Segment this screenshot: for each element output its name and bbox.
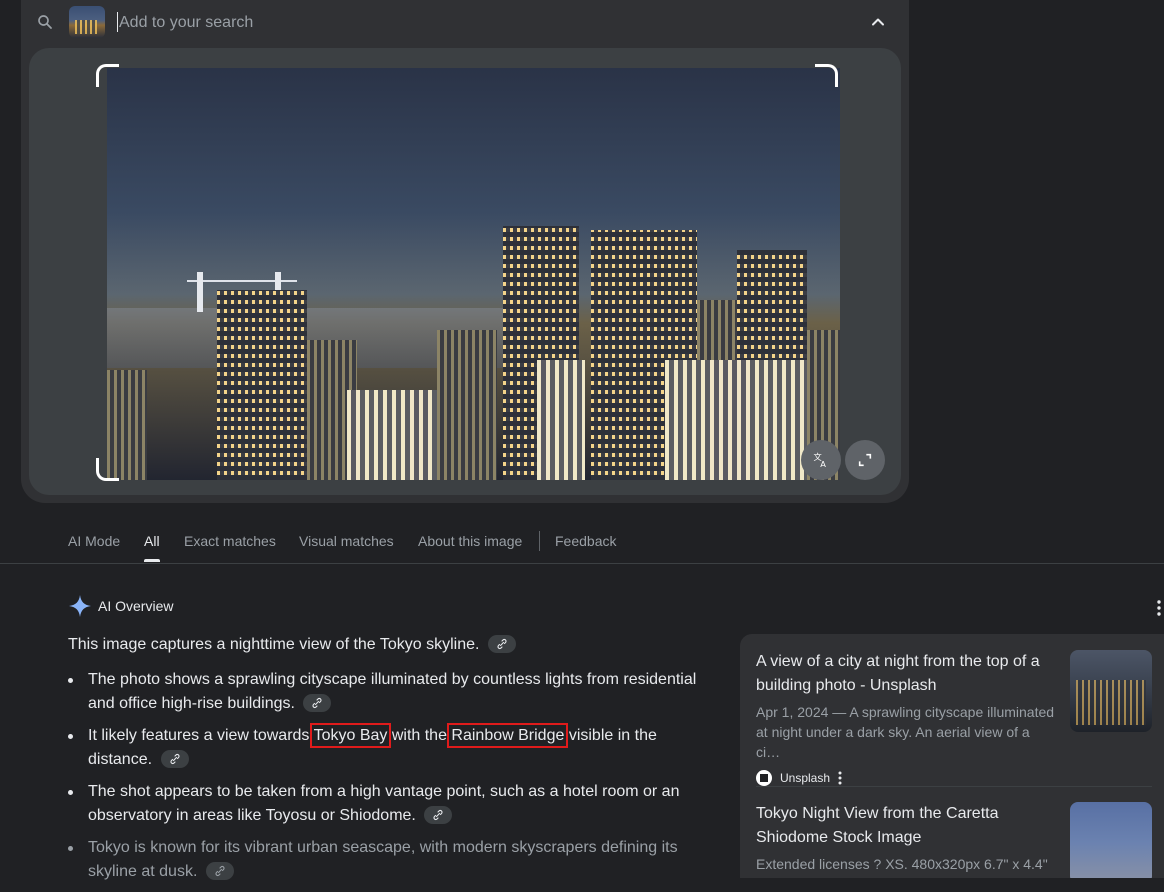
result-description: Apr 1, 2024 — A sprawling cityscape illu… [756,704,1055,760]
fullscreen-button[interactable] [845,440,885,480]
tab-ai-mode[interactable]: AI Mode [68,533,120,549]
bullet-text: The photo shows a sprawling cityscape il… [88,671,697,712]
image-preview-area: 文 A [29,48,901,495]
search-bar [21,0,909,44]
translate-icon: 文 A [814,452,827,469]
list-item: The photo shows a sprawling cityscape il… [68,668,708,716]
link-icon [497,638,507,650]
source-results-panel: A view of a city at night from the top o… [740,634,1164,878]
highlighted-term-tokyo-bay: Tokyo Bay [309,723,392,748]
bullet-text: Tokyo is known for its vibrant urban sea… [88,839,678,880]
source-link-chip[interactable] [205,861,234,880]
building [437,330,497,480]
translate-button[interactable]: 文 A [801,440,841,480]
tab-visual-matches[interactable]: Visual matches [299,533,394,549]
search-icon[interactable] [36,13,54,31]
crop-handle-top-right[interactable] [815,64,838,87]
ai-overview-bullets: The photo shows a sprawling cityscape il… [68,668,708,892]
tab-exact-matches[interactable]: Exact matches [184,533,276,549]
crop-handle-top-left[interactable] [96,64,119,87]
result-card[interactable]: A view of a city at night from the top o… [756,650,1152,786]
building [347,390,447,480]
query-image-thumbnail[interactable] [69,6,105,38]
result-description: Extended licenses ? XS. 480x320px 6.7" x… [756,856,1048,872]
bullet-text: It likely features a view towards [88,727,314,744]
building [537,360,585,480]
source-link-chip[interactable] [303,693,332,712]
link-icon [215,865,225,876]
building [217,290,307,480]
list-item: It likely features a view towards Tokyo … [68,723,708,772]
source-link-chip[interactable] [487,635,516,653]
link-icon [312,697,322,708]
result-thumbnail[interactable] [1070,802,1152,878]
intro-text: This image captures a nighttime view of … [68,636,480,654]
feedback-link[interactable]: Feedback [555,533,616,549]
result-tabs: AI Mode All Exact matches Visual matches… [0,521,1164,564]
chevron-up-icon[interactable] [868,12,888,32]
bullet-text: The shot appears to be taken from a high… [88,783,680,824]
crop-handle-bottom-left[interactable] [96,458,119,481]
tab-about-this-image[interactable]: About this image [418,533,522,549]
ai-overview-intro: This image captures a nighttime view of … [68,635,708,654]
source-link-chip[interactable] [424,805,453,824]
result-title[interactable]: A view of a city at night from the top o… [756,650,1056,698]
unsplash-logo-icon [756,770,772,786]
svg-text:A: A [820,459,826,469]
source-link-chip[interactable] [160,749,189,768]
more-vert-icon[interactable] [838,771,842,785]
sparkle-icon [69,595,91,617]
result-source[interactable]: Unsplash [756,770,1152,786]
more-vert-icon[interactable] [1154,598,1164,618]
text-cursor [117,12,118,32]
result-thumbnail[interactable] [1070,650,1152,732]
list-item: Tokyo is known for its vibrant urban sea… [68,836,708,884]
query-image[interactable] [107,68,840,480]
tab-divider [539,531,540,551]
bullet-text: with the [387,727,452,744]
source-name: Unsplash [780,771,831,785]
link-icon [169,753,180,764]
ai-overview-title: AI Overview [98,598,174,614]
divider [756,786,1152,787]
highlighted-term-rainbow-bridge: Rainbow Bridge [447,723,569,748]
visual-search-panel: 文 A [21,0,909,503]
link-icon [433,809,443,820]
result-title[interactable]: Tokyo Night View from the Caretta Shiodo… [756,802,1056,850]
result-card[interactable]: Tokyo Night View from the Caretta Shiodo… [756,802,1152,878]
search-input[interactable] [117,10,841,36]
list-item: The shot appears to be taken from a high… [68,780,708,828]
active-tab-indicator [144,559,160,562]
tab-all[interactable]: All [144,533,160,549]
expand-icon [858,453,872,467]
